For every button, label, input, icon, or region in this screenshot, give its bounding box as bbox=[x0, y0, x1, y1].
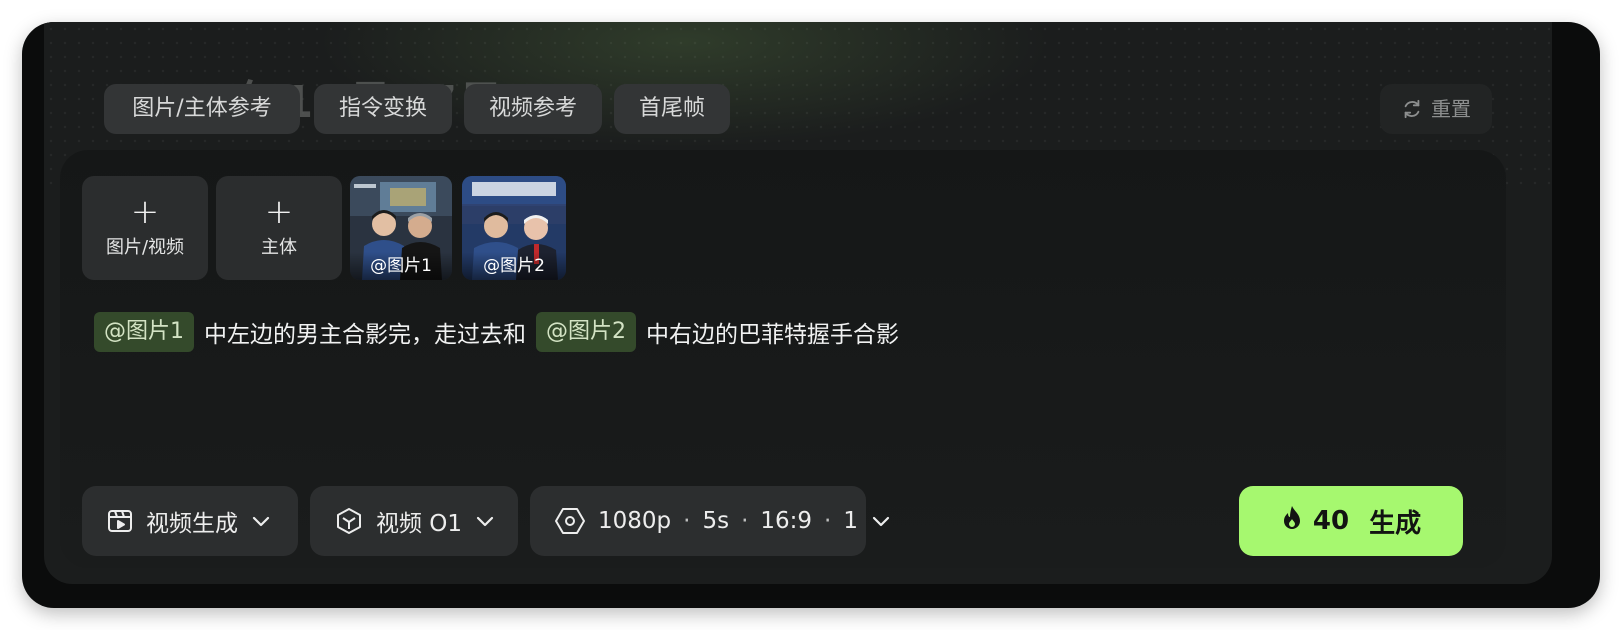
plus-icon: + bbox=[264, 192, 294, 232]
plus-icon: + bbox=[130, 192, 160, 232]
main-panel: 2025年12月17日 图片/主体参考 指令变换 视频参考 首尾帧 重置 + 图… bbox=[44, 22, 1552, 584]
flame-icon bbox=[1281, 505, 1303, 538]
reset-button[interactable]: 重置 bbox=[1380, 84, 1492, 134]
mode-label: 视频生成 bbox=[146, 511, 238, 537]
reference-image-2[interactable]: @图片2 bbox=[462, 176, 566, 280]
generate-label: 生成 bbox=[1369, 508, 1422, 539]
separator: · bbox=[824, 508, 832, 534]
chevron-down-icon bbox=[474, 510, 496, 532]
generate-button[interactable]: 40 生成 bbox=[1239, 486, 1463, 556]
stage: 2025年12月17日 图片/主体参考 指令变换 视频参考 首尾帧 重置 + 图… bbox=[0, 0, 1622, 630]
mention-tag-image-1[interactable]: @图片1 bbox=[94, 312, 194, 352]
chevron-down-icon bbox=[870, 510, 892, 532]
model-label: 视频 O1 bbox=[376, 511, 463, 537]
add-subject-label: 主体 bbox=[261, 237, 297, 258]
model-select[interactable]: 视频 O1 bbox=[310, 486, 518, 556]
video-mode-icon bbox=[106, 507, 134, 535]
prompt-editor: + 图片/视频 + 主体 @图片1 @图片2 @图片1 中左边的男主合影完，走过… bbox=[60, 150, 1506, 568]
reset-label: 重置 bbox=[1431, 97, 1471, 121]
resolution-value: 1080p bbox=[598, 508, 672, 534]
mode-select[interactable]: 视频生成 bbox=[82, 486, 298, 556]
reference-image-1[interactable]: @图片1 bbox=[350, 176, 452, 280]
separator: · bbox=[741, 508, 749, 534]
add-media-label: 图片/视频 bbox=[105, 237, 185, 258]
tab-instruction-transform[interactable]: 指令变换 bbox=[314, 84, 452, 134]
separator: · bbox=[683, 508, 691, 534]
aspect-ratio-value: 16:9 bbox=[760, 508, 813, 534]
credits-value: 40 bbox=[1312, 506, 1350, 536]
mention-tag-image-2[interactable]: @图片2 bbox=[536, 312, 636, 352]
thumb-caption: @图片2 bbox=[462, 252, 566, 280]
thumb-caption: @图片1 bbox=[350, 252, 452, 280]
cube-icon bbox=[334, 506, 364, 536]
hexagon-settings-icon bbox=[554, 506, 586, 536]
duration-value: 5s bbox=[702, 508, 730, 534]
chevron-down-icon bbox=[250, 510, 272, 532]
prompt-segment-1: 中左边的男主合影完，走过去和 bbox=[204, 322, 526, 348]
count-value: 1 bbox=[843, 508, 858, 534]
refresh-icon bbox=[1401, 98, 1423, 120]
prompt-text[interactable]: @图片1 中左边的男主合影完，走过去和 @图片2 中右边的巴菲特握手合影 bbox=[94, 312, 899, 352]
add-media-button[interactable]: + 图片/视频 bbox=[82, 176, 208, 280]
app-window: 2025年12月17日 图片/主体参考 指令变换 视频参考 首尾帧 重置 + 图… bbox=[22, 22, 1600, 608]
tab-video-reference[interactable]: 视频参考 bbox=[464, 84, 602, 134]
add-subject-button[interactable]: + 主体 bbox=[216, 176, 342, 280]
prompt-segment-2: 中右边的巴菲特握手合影 bbox=[646, 322, 899, 348]
output-settings-select[interactable]: 1080p · 5s · 16:9 · 1 bbox=[530, 486, 890, 556]
tab-image-subject-reference[interactable]: 图片/主体参考 bbox=[104, 84, 300, 134]
tab-first-last-frame[interactable]: 首尾帧 bbox=[614, 84, 730, 134]
